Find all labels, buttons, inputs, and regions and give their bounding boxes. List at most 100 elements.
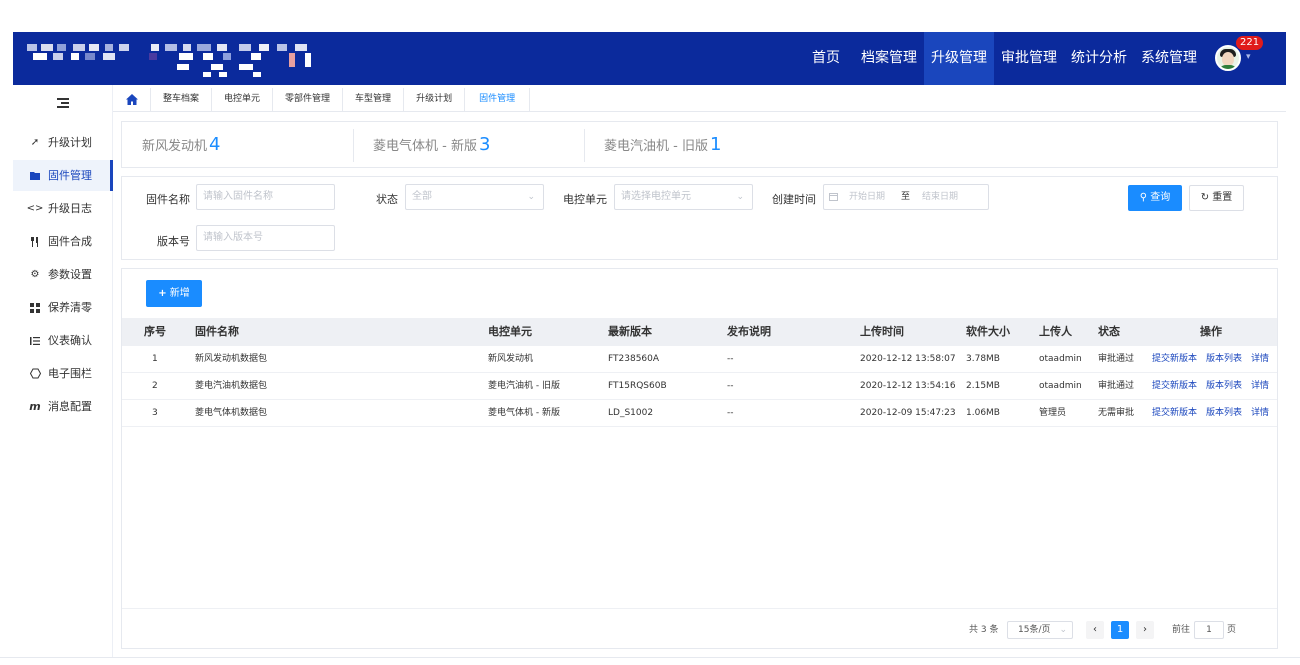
search-icon: ⚲: [1139, 192, 1148, 203]
reset-button[interactable]: ↻ 重置: [1189, 185, 1244, 211]
fence-icon: [29, 368, 41, 380]
search-button[interactable]: ⚲ 查询: [1128, 185, 1182, 211]
divider: [0, 657, 1300, 658]
status-select[interactable]: 全部 ⌄: [405, 184, 544, 210]
nav-system[interactable]: 系统管理: [1134, 32, 1204, 85]
sidebar-item-firmware[interactable]: 固件管理: [13, 160, 113, 191]
nav-home[interactable]: 首页: [798, 32, 854, 85]
divider: [584, 129, 585, 162]
details-link[interactable]: 详情: [1251, 346, 1269, 372]
tab-upgrade-plan[interactable]: 升级计划: [404, 88, 466, 111]
send-icon: ➚: [30, 137, 40, 148]
chevron-down-icon: ⌄: [527, 192, 535, 202]
grid-icon: [29, 302, 41, 314]
tab-vehicle-archive[interactable]: 整车档案: [151, 88, 213, 111]
goto-page-input[interactable]: 1: [1194, 621, 1224, 639]
page-number[interactable]: 1: [1111, 621, 1129, 639]
summary-item: 菱电气体机 - 新版 3: [373, 134, 491, 155]
table-header: 序号 固件名称 电控单元 最新版本 发布说明 上传时间 软件大小 上传人 状态 …: [122, 318, 1277, 346]
plus-icon: +: [158, 288, 167, 299]
code-icon: <>: [26, 203, 44, 214]
version-list-link[interactable]: 版本列表: [1206, 346, 1242, 372]
logo: [27, 44, 327, 78]
table-row: 1 新风发动机数据包 新风发动机 FT238560A -- 2020-12-12…: [122, 346, 1277, 373]
next-page-button[interactable]: ›: [1136, 621, 1154, 639]
prev-page-button[interactable]: ‹: [1086, 621, 1104, 639]
table-row: 2 菱电汽油机数据包 菱电汽油机 - 旧版 FT15RQS60B -- 2020…: [122, 373, 1277, 400]
version-input[interactable]: 请输入版本号: [196, 225, 335, 251]
utensils-icon: [29, 236, 41, 248]
column-header: 状态: [1098, 325, 1120, 338]
column-header: 上传人: [1039, 325, 1072, 338]
filter-panel: 固件名称 请输入固件名称 状态 全部 ⌄ 电控单元 请选择电控单元 ⌄ 创建时间 开…: [121, 176, 1278, 260]
sidebar-item-geofence[interactable]: 电子围栏: [13, 358, 113, 389]
column-header: 上传时间: [860, 325, 904, 338]
tab-ecu[interactable]: 电控单元: [212, 88, 274, 111]
details-link[interactable]: 详情: [1251, 373, 1269, 399]
submit-new-version-link[interactable]: 提交新版本: [1152, 400, 1197, 426]
sidebar-item-upgrade-plan[interactable]: ➚ 升级计划: [13, 127, 113, 158]
date-range-picker[interactable]: 开始日期 至 结束日期: [823, 184, 989, 210]
column-header: 最新版本: [608, 325, 652, 338]
column-header: 软件大小: [966, 325, 1010, 338]
page-unit-label: 页: [1227, 625, 1237, 635]
main-nav: 首页 档案管理 升级管理 审批管理 统计分析 系统管理: [798, 32, 1204, 85]
summary-item: 菱电汽油机 - 旧版 1: [604, 134, 722, 155]
home-icon[interactable]: [113, 88, 151, 111]
nav-approval[interactable]: 审批管理: [994, 32, 1064, 85]
add-button[interactable]: + 新增: [146, 280, 202, 307]
notification-badge: 221: [1236, 36, 1264, 50]
pagination: 共 3 条 15条/页 ⌄ ‹ 1 › 前往 1 页: [122, 608, 1277, 648]
column-header: 固件名称: [195, 325, 239, 338]
total-count: 共 3 条: [969, 625, 999, 635]
column-header: 序号: [144, 325, 166, 338]
sidebar-item-upgrade-log[interactable]: <> 升级日志: [13, 193, 113, 224]
chevron-down-icon[interactable]: ▾: [1246, 52, 1251, 62]
sidebar: ➚ 升级计划 固件管理 <> 升级日志 固件合成 ⚙ 参数设置 保养清零 仪表确认 电…: [13, 85, 113, 657]
refresh-icon: ↻: [1200, 192, 1210, 203]
top-navbar: 首页 档案管理 升级管理 审批管理 统计分析 系统管理 221 ▾: [13, 32, 1286, 85]
nav-archive[interactable]: 档案管理: [854, 32, 924, 85]
divider: [353, 129, 354, 162]
submit-new-version-link[interactable]: 提交新版本: [1152, 346, 1197, 372]
list-icon: [29, 335, 41, 347]
sidebar-item-dashboard-confirm[interactable]: 仪表确认: [13, 325, 113, 356]
sidebar-item-params[interactable]: ⚙ 参数设置: [13, 259, 113, 290]
calendar-icon: [829, 185, 838, 211]
gear-icon: ⚙: [30, 269, 40, 280]
column-header: 操作: [1200, 325, 1222, 338]
sidebar-item-firmware-merge[interactable]: 固件合成: [13, 226, 113, 257]
nav-statistics[interactable]: 统计分析: [1064, 32, 1134, 85]
details-link[interactable]: 详情: [1251, 400, 1269, 426]
table-row: 3 菱电气体机数据包 菱电气体机 - 新版 LD_S1002 -- 2020-1…: [122, 400, 1277, 427]
created-time-label: 创建时间: [772, 193, 816, 206]
version-list-link[interactable]: 版本列表: [1206, 373, 1242, 399]
folder-icon: [29, 170, 41, 182]
firmware-count-summary: 新风发动机 4 菱电气体机 - 新版 3 菱电汽油机 - 旧版 1: [121, 121, 1278, 168]
column-header: 发布说明: [727, 325, 771, 338]
tab-firmware[interactable]: 固件管理: [465, 88, 531, 111]
sidebar-item-message-config[interactable]: m 消息配置: [13, 391, 113, 422]
firmware-name-input[interactable]: 请输入固件名称: [196, 184, 335, 210]
page-size-select[interactable]: 15条/页 ⌄: [1007, 621, 1073, 639]
column-header: 电控单元: [488, 325, 532, 338]
submit-new-version-link[interactable]: 提交新版本: [1152, 373, 1197, 399]
firmware-table-panel: + 新增 序号 固件名称 电控单元 最新版本 发布说明 上传时间 软件大小 上传…: [121, 268, 1278, 649]
breadcrumb-tabs: 整车档案 电控单元 零部件管理 车型管理 升级计划 固件管理: [113, 88, 1286, 112]
tab-vehicle-model[interactable]: 车型管理: [343, 88, 405, 111]
version-list-link[interactable]: 版本列表: [1206, 400, 1242, 426]
version-label: 版本号: [157, 235, 190, 248]
tab-parts[interactable]: 零部件管理: [273, 88, 344, 111]
chevron-down-icon: ⌄: [736, 192, 744, 202]
ecu-select[interactable]: 请选择电控单元 ⌄: [614, 184, 753, 210]
summary-item: 新风发动机 4: [142, 134, 221, 155]
status-label: 状态: [376, 193, 398, 206]
menu-collapse-icon[interactable]: [55, 97, 71, 109]
sidebar-item-maintenance-reset[interactable]: 保养清零: [13, 292, 113, 323]
start-date-input[interactable]: 开始日期: [849, 185, 885, 209]
nav-upgrade[interactable]: 升级管理: [924, 32, 994, 85]
avatar[interactable]: [1215, 45, 1241, 71]
range-separator: 至: [901, 192, 911, 202]
m-icon: m: [29, 400, 41, 413]
end-date-input[interactable]: 结束日期: [922, 185, 958, 209]
